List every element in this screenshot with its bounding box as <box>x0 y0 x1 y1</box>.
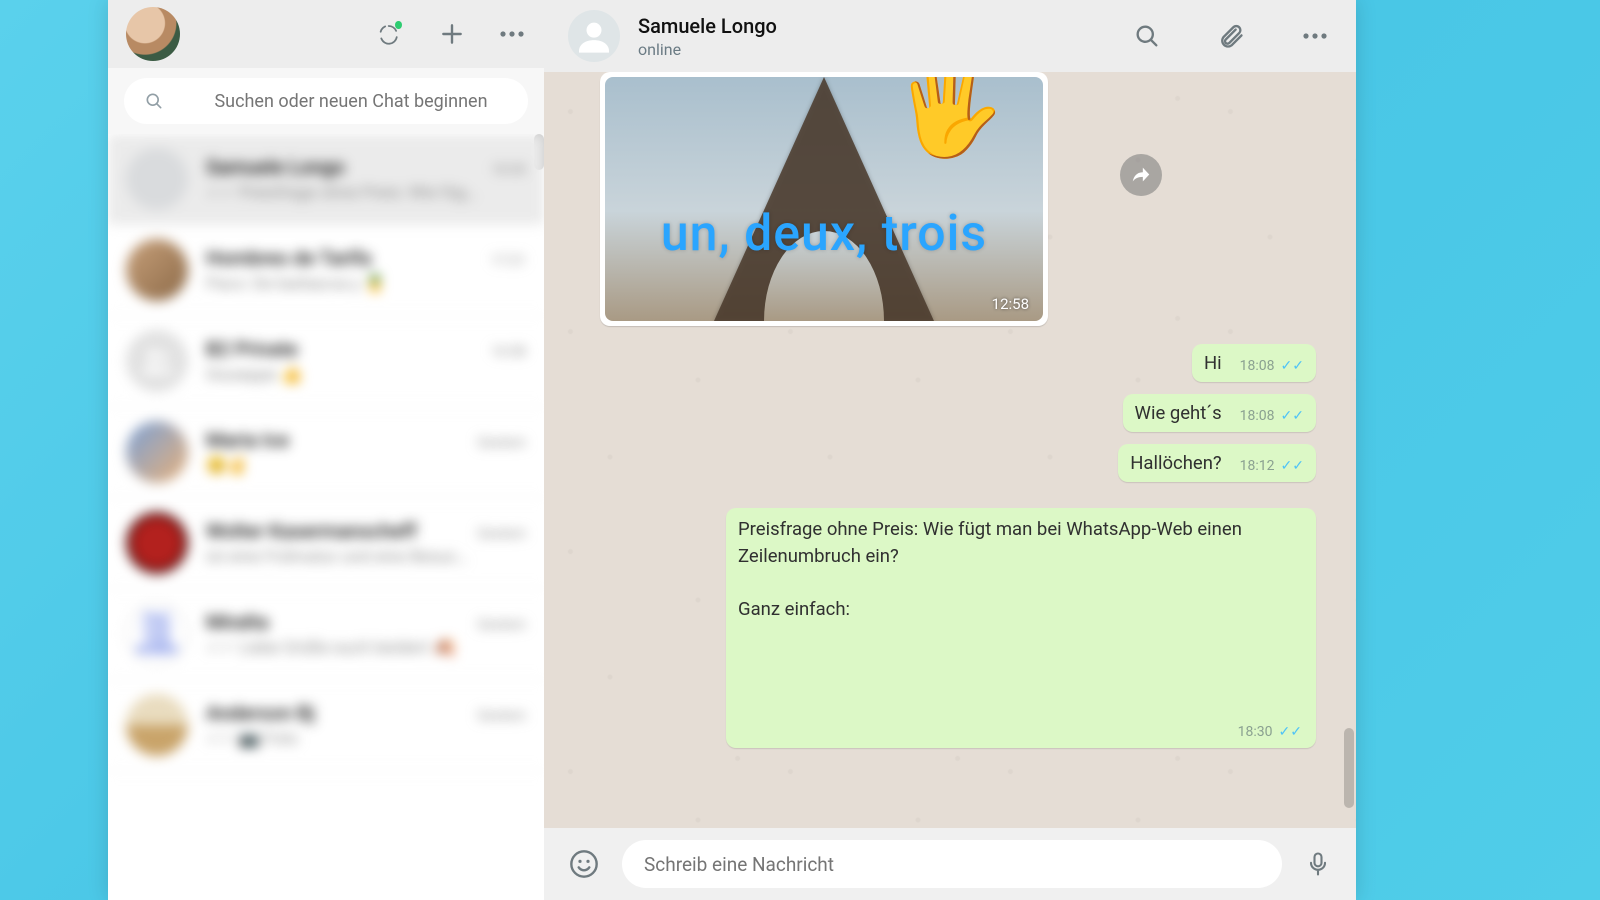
emoji-icon[interactable] <box>568 848 600 880</box>
new-chat-icon[interactable] <box>438 20 466 48</box>
conversation-title-block[interactable]: Samuele Longo online <box>638 14 777 59</box>
outgoing-message[interactable]: Hi 18:08 ✓✓ <box>600 344 1316 382</box>
chat-preview: ✓✓ Preisfrage ohne Preis: Wie füg… <box>206 183 526 203</box>
my-avatar[interactable] <box>126 7 180 61</box>
conversation-name: Samuele Longo <box>638 14 777 38</box>
whatsapp-web-window: Samuele Longo 18:30 ✓✓ Preisfrage ohne Pr… <box>108 0 1356 900</box>
message-input[interactable] <box>644 853 1260 876</box>
chat-avatar <box>126 421 188 483</box>
chat-avatar: Eazy?I LOSTYOURNUMBER <box>126 603 188 665</box>
conversation-pane: Samuele Longo online 🖐️ <box>544 0 1356 900</box>
chat-list-item[interactable]: Eazy?I LOSTYOURNUMBER Miralta Gestern ✓✓ … <box>108 589 544 680</box>
conversation-status: online <box>638 40 777 59</box>
chat-preview: Giuseppe 👍 <box>206 365 526 385</box>
search-row <box>108 68 544 134</box>
image-message[interactable]: 🖐️ un, deux, trois 12:58 <box>600 72 1048 326</box>
conversation-avatar[interactable] <box>568 10 620 62</box>
chat-name: Samuele Longo <box>206 155 345 179</box>
chat-name: Wolter Kasermanscheff <box>206 519 417 543</box>
conversation-search-icon[interactable] <box>1130 19 1164 53</box>
chat-preview: Paco: De barbacoa y 🍍 <box>206 274 526 294</box>
outgoing-message[interactable]: Hallöchen? 18:12 ✓✓ <box>600 444 1316 482</box>
chat-preview: ✓✓ Liebe Grüße euch beiden! 🍂 <box>206 638 526 658</box>
read-ticks-icon: ✓✓ <box>1281 358 1304 374</box>
conversation-header[interactable]: Samuele Longo online <box>544 0 1356 72</box>
image-time: 12:58 <box>992 295 1029 313</box>
sidebar: Samuele Longo 18:30 ✓✓ Preisfrage ohne Pr… <box>108 0 544 900</box>
chat-preview: ist eine Frühnatur und eine Besuc… <box>206 547 526 567</box>
message-text: Wie geht´s <box>1135 402 1222 424</box>
chat-name: Hombres de Tarifa <box>206 246 371 270</box>
read-ticks-icon: ✓✓ <box>1279 724 1302 740</box>
chat-avatar <box>126 239 188 301</box>
message-time: 18:08 <box>1240 358 1275 374</box>
search-icon <box>144 91 164 111</box>
chat-list[interactable]: Samuele Longo 18:30 ✓✓ Preisfrage ohne Pr… <box>108 134 544 900</box>
message-list[interactable]: 🖐️ un, deux, trois 12:58 Hi 18:08✓✓ Wie <box>544 72 1356 828</box>
conversation-menu-icon[interactable] <box>1298 19 1332 53</box>
outgoing-message[interactable]: Wie geht´s 18:08 ✓✓ <box>600 394 1316 432</box>
chat-name: Maria Ice <box>206 428 289 452</box>
image-content: 🖐️ un, deux, trois 12:58 <box>605 77 1043 321</box>
chat-list-item[interactable]: Maria Ice Gestern 😊✌️ <box>108 407 544 498</box>
composer <box>544 828 1356 900</box>
search-input[interactable] <box>194 91 508 112</box>
chat-name: Anderson Bj <box>206 701 315 725</box>
chat-list-item[interactable]: Anderson Bj Gestern ✓✓ 📷 Foto <box>108 680 544 771</box>
chat-time: Gestern <box>477 526 526 542</box>
chat-time: Gestern <box>477 435 526 451</box>
message-time: 18:12 <box>1240 458 1275 474</box>
chat-list-item[interactable]: Hombres de Tarifa 17:21 Paco: De barbacoa… <box>108 225 544 316</box>
chat-name: B2 Private <box>206 337 298 361</box>
forward-button[interactable] <box>1120 154 1162 196</box>
sidebar-menu-icon[interactable] <box>498 20 526 48</box>
message-text: Hi <box>1204 352 1222 374</box>
chat-time: 18:30 <box>491 162 526 178</box>
message-text: Hallöchen? <box>1130 452 1221 474</box>
chat-avatar <box>126 694 188 756</box>
chat-time: 17:21 <box>491 253 526 269</box>
sidebar-header <box>108 0 544 68</box>
chat-time: 16:58 <box>491 344 526 360</box>
chat-avatar <box>126 512 188 574</box>
chat-list-item[interactable]: Samuele Longo 18:30 ✓✓ Preisfrage ohne Pr… <box>108 134 544 225</box>
chat-avatar <box>126 148 188 210</box>
chat-avatar <box>126 330 188 392</box>
chat-list-item[interactable]: Wolter Kasermanscheff Gestern ist eine Fr… <box>108 498 544 589</box>
chat-list-item[interactable]: B2 Private 16:58 Giuseppe 👍 <box>108 316 544 407</box>
read-ticks-icon: ✓✓ <box>1281 458 1304 474</box>
chat-time: Gestern <box>477 617 526 633</box>
chat-preview: ✓✓ 📷 Foto <box>206 729 526 749</box>
chat-time: Gestern <box>477 708 526 724</box>
chat-name: Miralta <box>206 610 269 634</box>
message-time: 18:30 <box>1238 724 1273 740</box>
outgoing-message[interactable]: Preisfrage ohne Preis: Wie fügt man bei … <box>600 494 1316 748</box>
message-text: Preisfrage ohne Preis: Wie fügt man bei … <box>738 516 1304 623</box>
message-time: 18:08 <box>1240 408 1275 424</box>
messages-scrollbar[interactable] <box>1344 728 1354 808</box>
search-box[interactable] <box>124 78 528 124</box>
microphone-icon[interactable] <box>1304 850 1332 878</box>
attach-icon[interactable] <box>1214 19 1248 53</box>
image-caption: un, deux, trois <box>605 205 1043 263</box>
message-input-box[interactable] <box>622 840 1282 888</box>
hand-emoji-sticker: 🖐️ <box>893 77 1005 155</box>
read-ticks-icon: ✓✓ <box>1281 408 1304 424</box>
chat-preview: 😊✌️ <box>206 456 526 476</box>
status-icon[interactable] <box>378 20 406 48</box>
